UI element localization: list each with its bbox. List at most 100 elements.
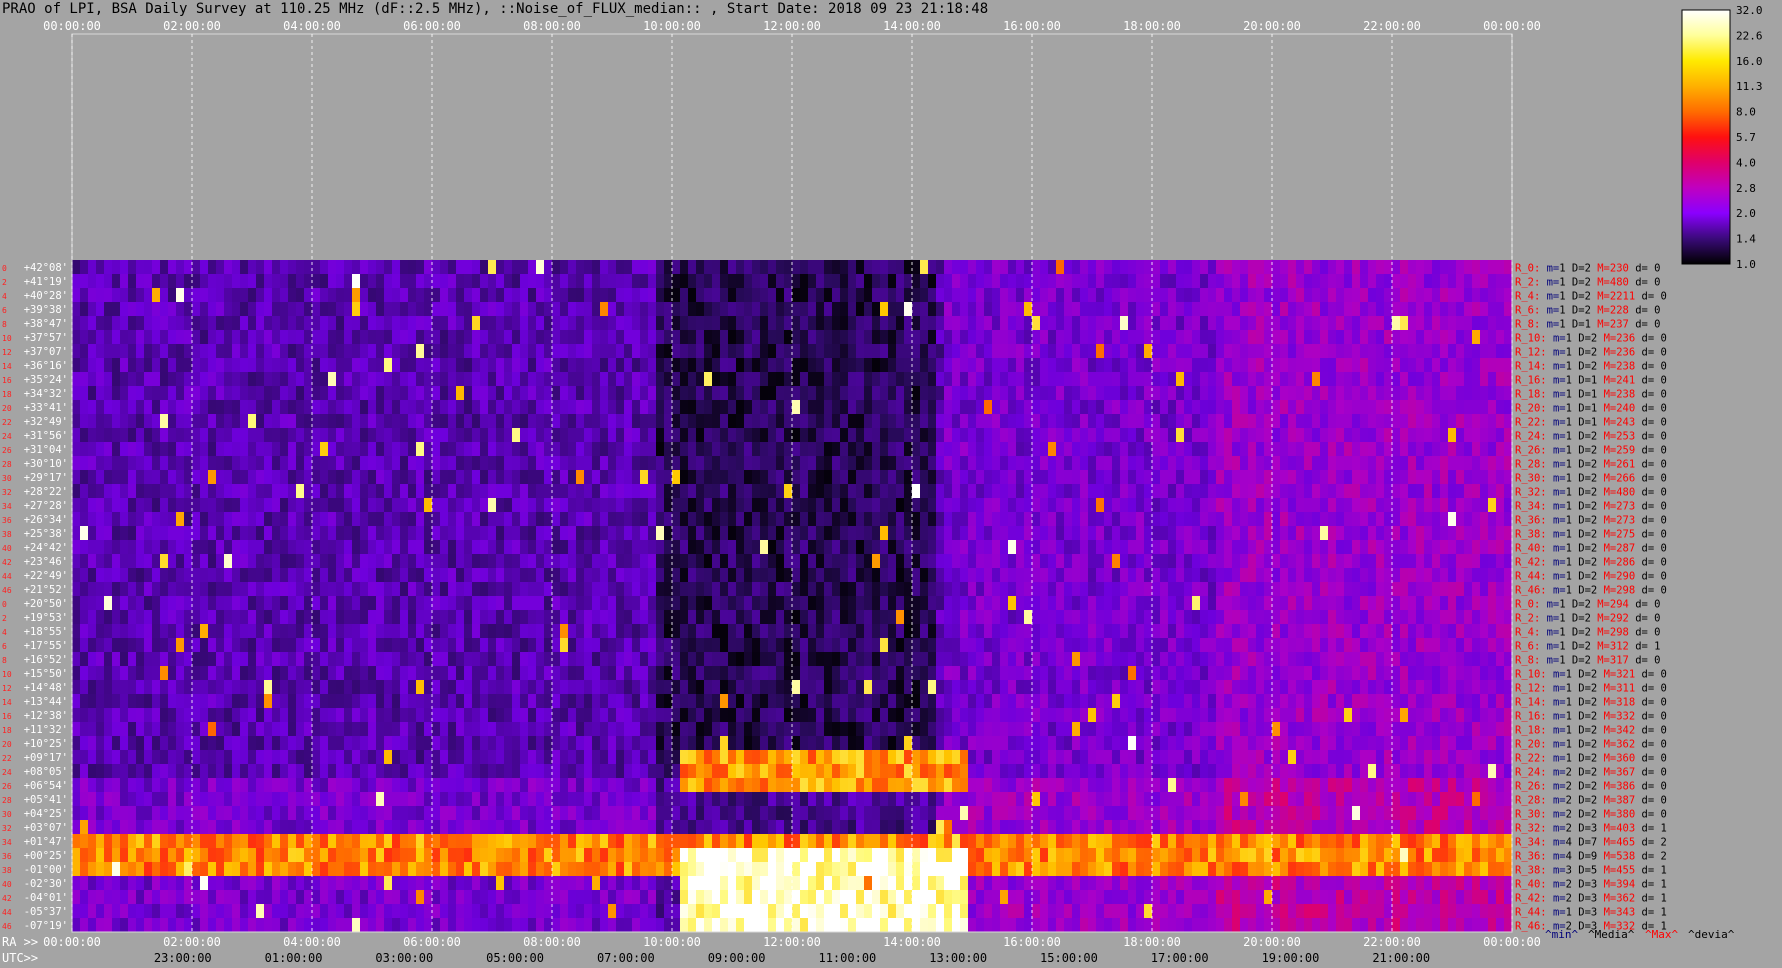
heatmap-cell xyxy=(976,638,985,653)
heatmap-cell xyxy=(232,512,241,527)
heatmap-cell xyxy=(504,526,513,541)
heatmap-cell xyxy=(1072,582,1081,597)
heatmap-cell xyxy=(544,512,553,527)
heatmap-cell xyxy=(560,582,569,597)
heatmap-cell xyxy=(1024,498,1033,513)
heatmap-cell xyxy=(920,456,929,471)
heatmap-cell xyxy=(536,568,545,583)
heatmap-cell xyxy=(1016,358,1025,373)
heatmap-cell xyxy=(96,316,105,331)
heatmap-cell xyxy=(1160,484,1169,499)
heatmap-cell xyxy=(896,316,905,331)
heatmap-cell xyxy=(1120,610,1129,625)
heatmap-cell xyxy=(864,442,873,457)
heatmap-cell xyxy=(768,624,777,639)
heatmap-cell xyxy=(144,428,153,443)
heatmap-cell xyxy=(1376,596,1385,611)
heatmap-cell xyxy=(832,316,841,331)
heatmap-cell xyxy=(1240,540,1249,555)
heatmap-cell xyxy=(440,428,449,443)
heatmap-cell xyxy=(984,372,993,387)
heatmap-cell xyxy=(840,274,849,289)
heatmap-cell xyxy=(792,428,801,443)
heatmap-cell xyxy=(912,610,921,625)
heatmap-cell xyxy=(592,512,601,527)
heatmap-cell xyxy=(1368,456,1377,471)
heatmap-cell xyxy=(272,372,281,387)
heatmap-cell xyxy=(1248,568,1257,583)
heatmap-cell xyxy=(1024,400,1033,415)
heatmap-cell xyxy=(328,274,337,289)
heatmap-cell xyxy=(80,484,89,499)
heatmap-cell xyxy=(224,512,233,527)
heatmap-cell xyxy=(1504,260,1512,275)
heatmap-cell xyxy=(440,526,449,541)
heatmap-cell xyxy=(1008,512,1017,527)
heatmap-cell xyxy=(232,484,241,499)
heatmap-cell xyxy=(1480,316,1489,331)
heatmap-cell xyxy=(1152,302,1161,317)
heatmap-cell xyxy=(264,442,273,457)
heatmap-cell xyxy=(608,610,617,625)
heatmap-cell xyxy=(536,442,545,457)
heatmap-cell xyxy=(320,498,329,513)
heatmap-cell xyxy=(1400,456,1409,471)
heatmap-cell xyxy=(1232,568,1241,583)
heatmap-cell xyxy=(1384,344,1393,359)
heatmap-cell xyxy=(1456,358,1465,373)
heatmap-cell xyxy=(264,470,273,485)
heatmap-cell xyxy=(744,470,753,485)
heatmap-cell xyxy=(152,428,161,443)
heatmap-cell xyxy=(1416,484,1425,499)
heatmap-cell xyxy=(1040,344,1049,359)
heatmap-cell xyxy=(1456,386,1465,401)
heatmap-cell xyxy=(1224,568,1233,583)
heatmap-cell xyxy=(936,386,945,401)
heatmap-cell xyxy=(640,512,649,527)
heatmap-cell xyxy=(160,470,169,485)
heatmap-cell xyxy=(536,512,545,527)
heatmap-cell xyxy=(872,372,881,387)
heatmap-cell xyxy=(464,344,473,359)
heatmap-cell xyxy=(176,386,185,401)
heatmap-cell xyxy=(952,330,961,345)
heatmap-cell xyxy=(960,540,969,555)
heatmap-cell xyxy=(760,330,769,345)
heatmap-cell xyxy=(840,596,849,611)
heatmap-cell xyxy=(1200,484,1209,499)
heatmap-cell xyxy=(1120,638,1129,653)
heatmap-cell xyxy=(416,260,425,275)
heatmap-cell xyxy=(464,442,473,457)
heatmap-cell xyxy=(168,386,177,401)
heatmap-cell xyxy=(568,302,577,317)
heatmap-cell xyxy=(1232,484,1241,499)
heatmap-cell xyxy=(368,498,377,513)
heatmap-cell xyxy=(1456,302,1465,317)
heatmap-cell xyxy=(1432,344,1441,359)
heatmap-cell xyxy=(856,344,865,359)
heatmap-cell xyxy=(1232,512,1241,527)
heatmap-cell xyxy=(912,442,921,457)
heatmap-cell xyxy=(360,512,369,527)
heatmap-cell xyxy=(336,260,345,275)
heatmap-cell xyxy=(744,288,753,303)
heatmap-cell xyxy=(1424,260,1433,275)
heatmap-cell xyxy=(976,624,985,639)
heatmap-cell xyxy=(1192,274,1201,289)
heatmap-cell xyxy=(648,344,657,359)
heatmap-cell xyxy=(288,498,297,513)
heatmap-cell xyxy=(440,274,449,289)
heatmap-cell xyxy=(648,638,657,653)
heatmap-cell xyxy=(984,260,993,275)
heatmap-cell xyxy=(336,316,345,331)
heatmap-cell xyxy=(432,274,441,289)
heatmap-cell xyxy=(488,288,497,303)
heatmap-cell xyxy=(528,470,537,485)
heatmap-cell xyxy=(1000,260,1009,275)
heatmap-cell xyxy=(512,568,521,583)
heatmap-cell xyxy=(928,512,937,527)
heatmap-cell xyxy=(1368,526,1377,541)
heatmap-cell xyxy=(200,610,209,625)
heatmap-cell xyxy=(616,568,625,583)
heatmap-cell xyxy=(480,372,489,387)
